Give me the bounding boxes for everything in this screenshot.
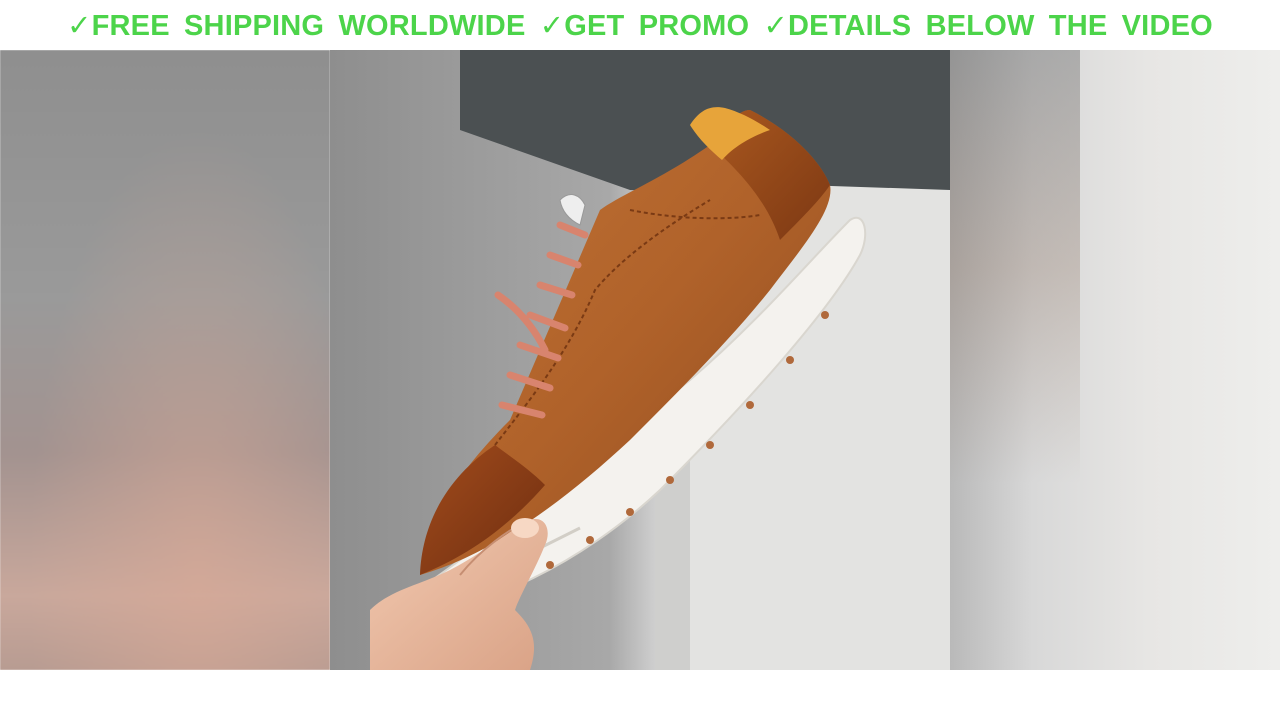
video-frame [0,50,1280,670]
shoe-photo-illustration [330,50,950,670]
blurred-background-left [0,50,330,670]
bottom-white-bar [0,670,1280,720]
product-photo [330,50,950,670]
thumb-nail [511,518,539,538]
promo-banner: ✓FREE SHIPPING WORLDWIDE ✓GET PROMO ✓DET… [0,0,1280,50]
promo-banner-text: ✓FREE SHIPPING WORLDWIDE ✓GET PROMO ✓DET… [67,9,1213,42]
blurred-background-right [950,50,1280,670]
